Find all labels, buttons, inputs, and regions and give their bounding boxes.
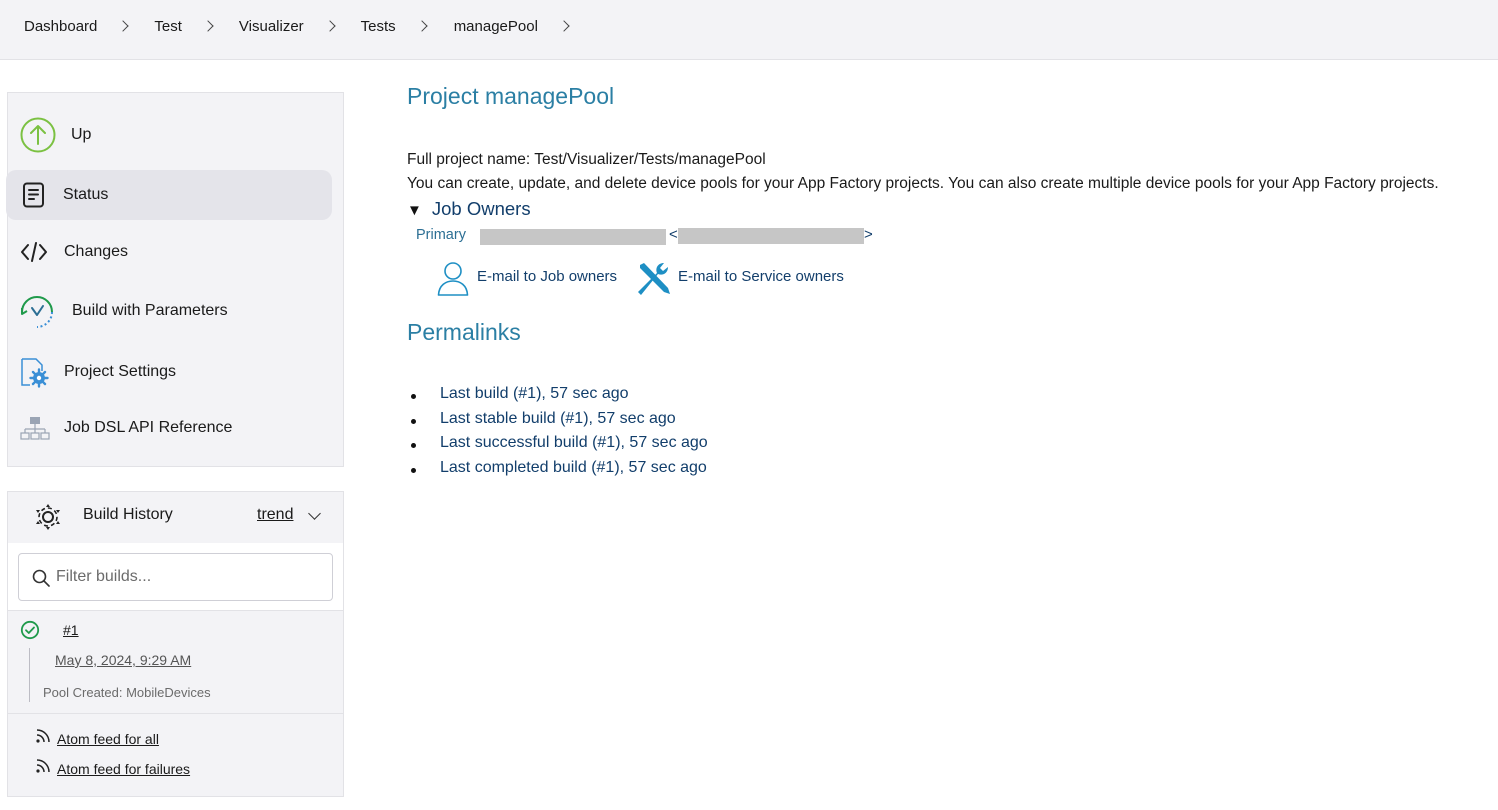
redacted-owner-name (480, 229, 666, 245)
atom-feed-failures-link[interactable]: Atom feed for failures (35, 758, 190, 777)
filter-builds-input[interactable] (56, 554, 326, 600)
rss-icon (35, 728, 51, 747)
build-description: Pool Created: MobileDevices (43, 685, 211, 700)
build-history-icon (34, 502, 62, 532)
job-owners-label: Job Owners (431, 198, 531, 219)
list-item: Last build (#1), 57 sec ago (411, 385, 708, 410)
side-panel: Up Status Changes Build with Parameters … (6, 92, 344, 467)
sidebar-item-label: Build with Parameters (72, 302, 228, 319)
breadcrumb-managepool[interactable]: managePool (454, 18, 538, 35)
atom-feed-failures-label: Atom feed for failures (57, 761, 191, 777)
triangle-down-icon: ▼ (407, 202, 422, 219)
search-icon (32, 569, 50, 591)
sidebar-item-project-settings[interactable]: Project Settings (8, 347, 333, 397)
build-history-panel: Build History trend #1 May 8, 2024, 9:29… (7, 491, 344, 797)
sidebar-item-label: Job DSL API Reference (64, 419, 233, 436)
list-item: Last stable build (#1), 57 sec ago (411, 410, 708, 435)
job-owners-toggle[interactable]: ▼ Job Owners (407, 198, 531, 220)
permalink-last-successful-build[interactable]: Last successful build (#1), 57 sec ago (440, 434, 708, 451)
breadcrumb-tests[interactable]: Tests (361, 18, 396, 35)
sidebar-item-status[interactable]: Status (6, 170, 332, 220)
email-job-owners-link[interactable]: E-mail to Job owners (477, 268, 617, 285)
arrow-up-circle-icon (20, 117, 56, 153)
document-icon (22, 182, 46, 208)
chevron-down-icon[interactable] (308, 507, 321, 520)
build-history-header: Build History trend (8, 492, 343, 543)
project-description: You can create, update, and delete devic… (407, 175, 1439, 192)
chevron-right-icon[interactable] (202, 20, 214, 32)
build-number-link[interactable]: #1 (63, 622, 79, 638)
email-service-owners-link[interactable]: E-mail to Service owners (678, 268, 844, 285)
primary-owner-label: Primary (416, 227, 466, 243)
chevron-right-icon[interactable] (558, 20, 570, 32)
breadcrumb: Dashboard Test Visualizer Tests managePo… (24, 18, 579, 35)
breadcrumb-bar: Dashboard Test Visualizer Tests managePo… (0, 0, 1498, 60)
user-icon[interactable] (437, 261, 469, 297)
build-history-title: Build History (83, 506, 173, 523)
build-row: #1 May 8, 2024, 9:29 AM Pool Created: Mo… (8, 612, 343, 714)
angle-open: < (669, 226, 678, 243)
permalinks-list: Last build (#1), 57 sec ago Last stable … (411, 385, 708, 484)
atom-feed-all-label: Atom feed for all (57, 731, 159, 747)
sidebar-item-label: Up (71, 126, 92, 143)
rss-icon (35, 758, 51, 777)
permalink-last-build[interactable]: Last build (#1), 57 sec ago (440, 385, 629, 402)
redacted-owner-email (678, 228, 864, 244)
filter-box (18, 553, 333, 601)
permalink-last-stable-build[interactable]: Last stable build (#1), 57 sec ago (440, 410, 676, 427)
atom-feed-all-link[interactable]: Atom feed for all (35, 728, 159, 747)
sidebar-item-label: Project Settings (64, 363, 177, 380)
settings-icon (18, 357, 50, 389)
success-check-icon (20, 620, 40, 640)
code-icon (20, 240, 48, 264)
breadcrumb-dashboard[interactable]: Dashboard (24, 18, 97, 35)
sidebar-item-label: Status (63, 186, 109, 203)
list-item: Last completed build (#1), 57 sec ago (411, 459, 708, 484)
breadcrumb-test[interactable]: Test (154, 18, 182, 35)
permalink-last-completed-build[interactable]: Last completed build (#1), 57 sec ago (440, 459, 707, 476)
filter-area (8, 543, 343, 611)
chevron-right-icon[interactable] (416, 20, 428, 32)
breadcrumb-visualizer[interactable]: Visualizer (239, 18, 304, 35)
sidebar-item-build-with-parameters[interactable]: Build with Parameters (8, 286, 333, 336)
full-project-name: Full project name: Test/Visualizer/Tests… (407, 151, 766, 168)
angle-close: > (864, 226, 873, 243)
sidebar-item-label: Changes (64, 243, 129, 260)
list-item: Last successful build (#1), 57 sec ago (411, 434, 708, 459)
wrench-screwdriver-icon[interactable] (635, 261, 673, 297)
trend-link[interactable]: trend (257, 506, 293, 524)
page-title: Project managePool (407, 83, 615, 109)
build-params-icon (18, 293, 56, 331)
chevron-right-icon[interactable] (117, 20, 130, 32)
build-timeline-line (29, 648, 30, 702)
build-date-link[interactable]: May 8, 2024, 9:29 AM (55, 652, 191, 668)
chevron-right-icon[interactable] (324, 20, 336, 32)
hierarchy-icon (20, 414, 50, 442)
sidebar-item-up[interactable]: Up (8, 110, 333, 160)
permalinks-title: Permalinks (407, 319, 521, 345)
sidebar-item-job-dsl-api-reference[interactable]: Job DSL API Reference (8, 403, 333, 453)
sidebar-item-changes[interactable]: Changes (8, 227, 333, 277)
